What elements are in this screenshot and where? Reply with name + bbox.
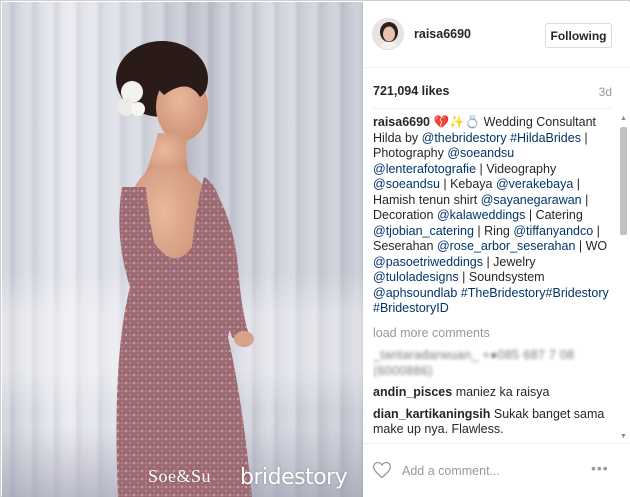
bridestory-watermark: bridestory <box>240 465 348 490</box>
caption-text-segment: | Jewelry <box>482 254 536 269</box>
caption-link[interactable]: @tuloladesigns <box>373 270 459 284</box>
caption-text-segment: | Kebaya <box>439 177 496 191</box>
comment-username[interactable]: dian_kartikaningsih <box>373 407 490 421</box>
caption-username[interactable]: raisa6690 <box>373 115 430 129</box>
caption-link[interactable]: @soeandsu <box>373 177 440 191</box>
following-button[interactable]: Following <box>545 23 612 48</box>
caption-text-segment: | Catering <box>525 208 583 222</box>
bride-figure <box>116 41 254 497</box>
post-age[interactable]: 3d <box>599 85 612 99</box>
caption-link[interactable]: #Bridestory <box>546 286 609 300</box>
caption-link[interactable]: @soeandsu <box>447 146 514 160</box>
caption-link[interactable]: @lenterafotografie <box>373 162 476 176</box>
avatar[interactable] <box>372 18 404 50</box>
scroll-up-arrow-icon[interactable]: ▲ <box>620 115 627 122</box>
comment-item: andin_pisces maniez ka raisya <box>373 385 617 401</box>
comments-scrollbar[interactable]: ▲ ▼ <box>619 115 628 440</box>
caption-link[interactable]: @pasoetriweddings <box>373 255 483 269</box>
caption-link[interactable]: @tjobian_catering <box>373 224 474 238</box>
likes-count[interactable]: 721,094 likes <box>373 84 449 98</box>
soeandsu-watermark: Soe&Su <box>148 466 212 486</box>
comments-list[interactable]: raisa6690 💔✨💍 Wedding Consultant Hilda b… <box>373 115 617 445</box>
scroll-down-arrow-icon[interactable]: ▼ <box>620 433 627 440</box>
caption-emoji: 💔✨💍 <box>433 115 481 129</box>
more-options-icon[interactable]: ••• <box>591 460 609 476</box>
caption-link[interactable]: @aphsoundlab <box>373 286 457 300</box>
comment-item: dian_kartikaningsih Sukak banget sama ma… <box>373 407 617 438</box>
caption-link[interactable]: #HildaBrides <box>510 131 581 145</box>
like-heart-icon[interactable] <box>372 460 392 480</box>
caption-text-segment: | Ring <box>473 223 514 238</box>
post-photo[interactable]: Soe&Su bridestory <box>2 2 363 497</box>
divider <box>373 108 612 109</box>
avatar-image <box>373 19 403 49</box>
comment-text: maniez ka raisya <box>455 385 550 399</box>
caption-link[interactable]: #BridestoryID <box>373 301 449 315</box>
caption-link[interactable]: @verakebaya <box>496 177 573 191</box>
post-details-panel: raisa6690 Following 721,094 likes 3d rai… <box>363 2 630 497</box>
caption-link[interactable]: @sayanegarawan <box>481 193 582 207</box>
caption-text-segment: | WO <box>575 239 608 253</box>
caption-link[interactable]: @thebridestory <box>422 131 507 145</box>
caption-link[interactable]: @kalaweddings <box>437 208 525 222</box>
load-more-comments-link[interactable]: load more comments <box>373 326 617 342</box>
caption-text-segment: | Soundsystem <box>458 270 545 284</box>
scrollbar-thumb[interactable] <box>620 127 627 235</box>
caption-link[interactable]: @tiffanyandco <box>513 224 593 238</box>
footer-divider <box>363 443 630 444</box>
comment-username[interactable]: andin_pisces <box>373 385 452 399</box>
post-dialog: Soe&Su bridestory raisa6690 Following 72… <box>0 0 630 497</box>
caption-text: Wedding Consultant Hilda by @thebridesto… <box>373 115 609 315</box>
blurred-comment: _tantaradarwuan_ +●085 687 7 08 (6000886… <box>373 348 575 378</box>
caption-text-segment: | Videography <box>476 161 557 176</box>
post-author-username[interactable]: raisa6690 <box>414 27 471 41</box>
post-header: raisa6690 Following <box>363 2 630 68</box>
add-comment-input[interactable] <box>402 462 592 480</box>
likes-row: 721,094 likes 3d <box>373 84 612 102</box>
caption-link[interactable]: #TheBridestory <box>461 286 546 300</box>
caption: raisa6690 💔✨💍 Wedding Consultant Hilda b… <box>373 115 617 317</box>
caption-link[interactable]: @rose_arbor_seserahan <box>437 239 575 253</box>
